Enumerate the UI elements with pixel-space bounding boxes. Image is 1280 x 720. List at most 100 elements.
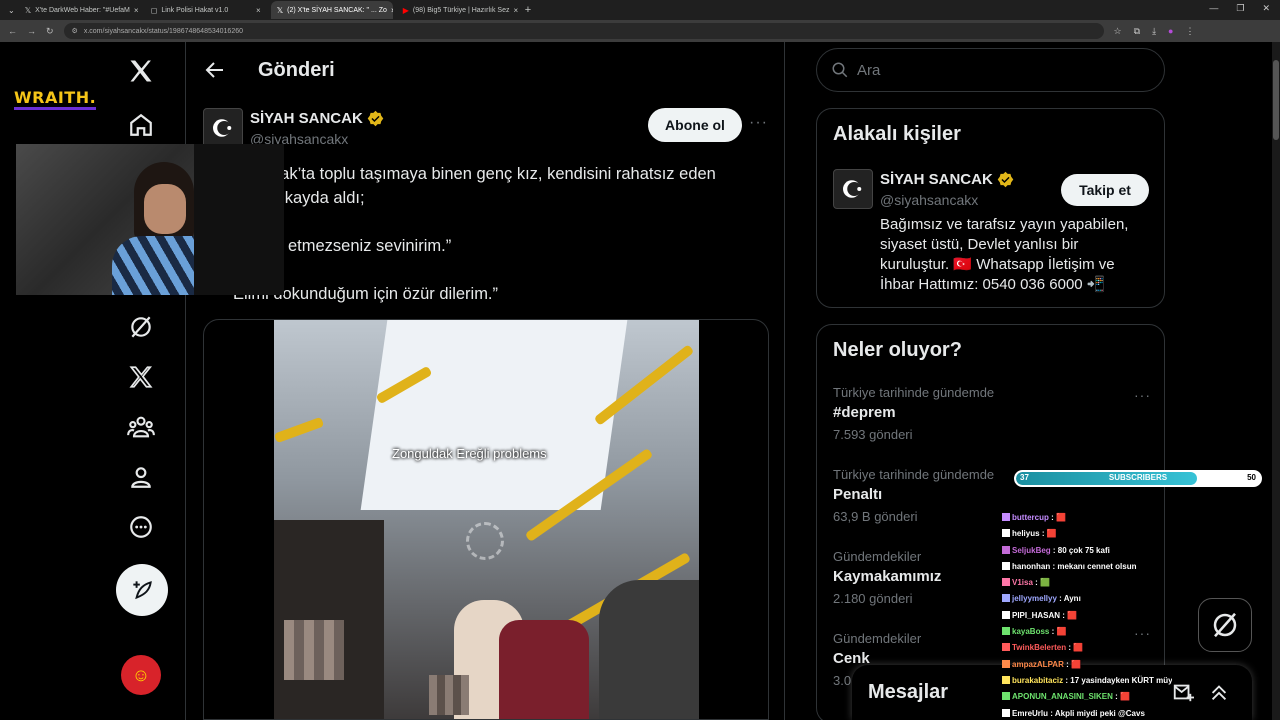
grok-icon[interactable] bbox=[120, 306, 162, 348]
related-bio: Bağımsız ve tarafsız yayın yapabilen, si… bbox=[880, 216, 1129, 293]
restore-icon[interactable]: ❐ bbox=[1236, 3, 1244, 14]
x-favicon-icon: 𝕏 bbox=[276, 5, 284, 15]
chat-username[interactable]: ampazALPAR bbox=[1012, 660, 1064, 669]
follow-button[interactable]: Takip et bbox=[1061, 174, 1149, 206]
browser-tab-3[interactable]: 𝕏(2) X'te SİYAH SANCAK: " ... Zo× bbox=[270, 1, 393, 19]
chat-badge-icon bbox=[1002, 708, 1010, 717]
browser-tab-2[interactable]: ◻ Link Polisi Hakat v1.0 × bbox=[145, 1, 267, 19]
post-media[interactable]: Zonguldak Ereğli problems bbox=[203, 319, 769, 720]
x-logo-icon[interactable] bbox=[120, 50, 162, 92]
chat-message: APONUN_ANASINI_SIKEN : 🟥 bbox=[1002, 689, 1172, 705]
chat-username[interactable]: SeljukBeg bbox=[1012, 546, 1051, 555]
chat-badge-icon bbox=[1002, 643, 1010, 652]
compose-post-button[interactable] bbox=[116, 564, 168, 616]
chat-message: PIPI_HASAN : 🟥 bbox=[1002, 608, 1172, 624]
minimize-icon[interactable]: — bbox=[1209, 3, 1218, 14]
chat-badge-icon bbox=[1002, 594, 1010, 603]
more-circle-icon[interactable] bbox=[120, 506, 162, 548]
chat-text: : 🟥 bbox=[1066, 659, 1081, 669]
profile-icon[interactable] bbox=[120, 456, 162, 498]
chat-username[interactable]: PIPI_HASAN bbox=[1012, 611, 1060, 620]
chat-username[interactable]: EmreUrlu bbox=[1012, 709, 1048, 718]
webcam-background bbox=[194, 144, 284, 295]
chat-message: kayaBoss : 🟥 bbox=[1002, 624, 1172, 640]
chat-message: hanonhan : mekanı cennet olsun bbox=[1002, 559, 1172, 575]
home-icon[interactable] bbox=[120, 104, 162, 146]
subscriber-goal-bar: 37 SUBSCRIBERS 50 bbox=[1014, 470, 1262, 487]
related-avatar[interactable] bbox=[833, 169, 873, 209]
chat-message: ampazALPAR : 🟥 bbox=[1002, 657, 1172, 673]
stream-chat: buttercup : 🟥 heliyus : 🟥 SeljukBeg : 80 ç… bbox=[1002, 510, 1172, 720]
back-arrow-icon[interactable] bbox=[203, 58, 227, 82]
forward-nav-icon[interactable]: → bbox=[27, 26, 36, 36]
chat-badge-icon bbox=[1002, 578, 1010, 587]
author-avatar[interactable] bbox=[203, 108, 243, 148]
trend-more-icon[interactable]: ··· bbox=[1134, 387, 1151, 403]
chat-username[interactable]: TwinkBelerten bbox=[1012, 643, 1066, 652]
browser-tab-1[interactable]: 𝕏 X'te DarkWeb Haber: "#UefaM × bbox=[19, 1, 141, 19]
grok-icon bbox=[1213, 612, 1237, 638]
browser-tab-4[interactable]: ▶ (98) Big5 Türkiye | Hazırlık Sez × bbox=[397, 1, 519, 19]
expand-up-icon[interactable] bbox=[1208, 681, 1230, 703]
chat-username[interactable]: kayaBoss bbox=[1012, 627, 1049, 636]
chat-badge-icon bbox=[1002, 659, 1010, 668]
window-controls: — ❐ ✕ bbox=[1209, 3, 1270, 14]
chat-message: TwinkBelerten : 🟥 bbox=[1002, 640, 1172, 656]
page-title: Gönderi bbox=[258, 59, 335, 81]
related-handle[interactable]: @siyahsancakx bbox=[880, 192, 978, 208]
passenger bbox=[599, 580, 699, 719]
account-avatar[interactable]: ☺ bbox=[121, 655, 161, 695]
chat-badge-icon bbox=[1002, 529, 1010, 538]
chat-username[interactable]: hanonhan bbox=[1012, 562, 1050, 571]
close-tab-icon[interactable]: × bbox=[391, 6, 393, 15]
chat-username[interactable]: heliyus bbox=[1012, 529, 1040, 538]
scrollbar-thumb[interactable] bbox=[1273, 60, 1279, 140]
profile-icon[interactable]: ● bbox=[1168, 26, 1173, 37]
reload-icon[interactable]: ↻ bbox=[46, 26, 54, 37]
bookmark-star-icon[interactable]: ☆ bbox=[1114, 26, 1122, 37]
post-more-icon[interactable]: ··· bbox=[749, 114, 768, 132]
chat-username[interactable]: V1isa bbox=[1012, 578, 1033, 587]
search-icon bbox=[832, 62, 848, 78]
post-text-line-3: etmezseniz sevinirim.” bbox=[288, 237, 452, 255]
chat-username[interactable]: APONUN_ANASINI_SIKEN bbox=[1012, 692, 1113, 701]
new-message-icon[interactable] bbox=[1172, 681, 1194, 703]
subscriber-goal: 50 bbox=[1247, 473, 1256, 482]
page-favicon-icon: ◻ bbox=[150, 5, 158, 15]
chat-username[interactable]: jellyymellyy bbox=[1012, 594, 1057, 603]
chat-text: : 🟥 bbox=[1068, 643, 1084, 653]
tab-search-icon[interactable]: ⌄ bbox=[8, 6, 15, 15]
subscriber-label: SUBSCRIBERS bbox=[1108, 473, 1168, 482]
x-favicon-icon: 𝕏 bbox=[24, 5, 32, 15]
grok-button[interactable] bbox=[1198, 598, 1252, 652]
address-bar-row: ← → ↻ ⚙ x.com/siyahsancakx/status/198674… bbox=[0, 20, 1280, 42]
page-scrollbar[interactable] bbox=[1272, 42, 1280, 720]
video-player[interactable]: Zonguldak Ereğli problems bbox=[274, 320, 699, 719]
close-tab-icon[interactable]: × bbox=[256, 6, 261, 15]
author-name[interactable]: SİYAH SANCAK bbox=[250, 110, 384, 127]
close-window-icon[interactable]: ✕ bbox=[1262, 3, 1270, 14]
related-name[interactable]: SİYAH SANCAK bbox=[880, 171, 1014, 188]
chat-username[interactable]: buttercup bbox=[1012, 513, 1049, 522]
chat-message: buttercup : 🟥 bbox=[1002, 510, 1172, 526]
extensions-icon[interactable]: ⧉ bbox=[1134, 26, 1140, 37]
search-input[interactable]: Ara bbox=[816, 48, 1165, 92]
url-field[interactable]: ⚙ x.com/siyahsancakx/status/198674864853… bbox=[63, 23, 1104, 39]
chat-text: : 🟥 bbox=[1115, 692, 1130, 702]
download-icon[interactable]: ⤓ bbox=[1152, 26, 1156, 37]
post-text-line-1: dak’ta toplu taşımaya binen genç kız, ke… bbox=[271, 165, 716, 183]
subscribe-button[interactable]: Abone ol bbox=[648, 108, 742, 142]
site-info-icon[interactable]: ⚙ bbox=[72, 27, 78, 35]
back-nav-icon[interactable]: ← bbox=[8, 26, 17, 36]
close-tab-icon[interactable]: × bbox=[513, 6, 518, 15]
chat-username[interactable]: burakabitaciz bbox=[1012, 676, 1063, 685]
premium-x-icon[interactable] bbox=[120, 356, 162, 398]
chat-badge-icon bbox=[1002, 610, 1010, 619]
trend-item[interactable]: Türkiye tarihinde gündemde #deprem 7.593… bbox=[833, 385, 1153, 442]
menu-kebab-icon[interactable]: ⋮ bbox=[1185, 26, 1194, 37]
close-tab-icon[interactable]: × bbox=[134, 6, 139, 15]
new-tab-button[interactable]: + bbox=[525, 4, 531, 16]
communities-icon[interactable] bbox=[120, 406, 162, 448]
chat-text: : 🟥 bbox=[1041, 529, 1057, 539]
chat-message: jellyymellyy : Aynı bbox=[1002, 591, 1172, 607]
